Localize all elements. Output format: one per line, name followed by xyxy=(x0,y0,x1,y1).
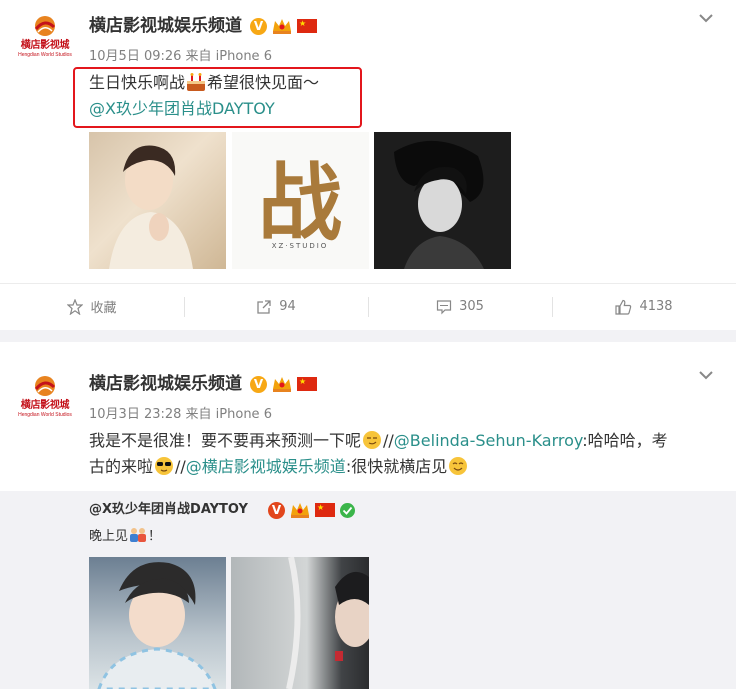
post-meta: 10月3日 23:28 来自 iPhone 6 xyxy=(89,407,272,422)
sunglasses-emoji-icon xyxy=(155,457,174,475)
checkmark-badge-icon xyxy=(340,502,355,518)
favorite-label: 收藏 xyxy=(90,301,117,316)
repost-author: @X玖少年团肖战DAYTOY xyxy=(89,500,248,520)
repost-image-2[interactable] xyxy=(231,557,369,689)
like-count: 4138 xyxy=(639,299,673,314)
logo-text: 横店影视城 xyxy=(20,400,70,411)
logo-subtext: Hengdian World Studios xyxy=(18,52,72,58)
post-image-2[interactable]: 战 XZ·STUDIO xyxy=(232,132,369,269)
post-text-part: 古的来啦 xyxy=(89,457,154,476)
studio-logo-icon xyxy=(32,374,58,398)
mention-link[interactable]: @横店影视城娱乐频道 xyxy=(186,457,346,476)
crown-icon[interactable] xyxy=(289,501,311,519)
verified-icon: V xyxy=(250,375,267,393)
badges: V xyxy=(250,375,317,393)
author-name[interactable]: 横店影视城娱乐频道 xyxy=(89,15,242,37)
repost-count: 94 xyxy=(279,299,296,314)
studio-logo-icon xyxy=(32,14,58,38)
chevron-down-icon[interactable] xyxy=(698,10,714,26)
avatar[interactable]: 横店影视城 Hengdian World Studios xyxy=(14,14,76,58)
badges: V xyxy=(250,17,317,35)
crown-icon[interactable] xyxy=(271,17,293,35)
repost-button[interactable]: 94 xyxy=(184,284,368,329)
logo-subtext: Hengdian World Studios xyxy=(18,412,72,418)
star-icon xyxy=(67,298,84,315)
post-text: 我是不是很准！要不要再来预测一下呢//@Belinda-Sehun-Karroy… xyxy=(89,428,729,480)
studio-caption: XZ·STUDIO xyxy=(272,242,329,250)
post-image-3[interactable] xyxy=(374,132,511,269)
share-icon xyxy=(257,299,271,314)
repost-author-link[interactable]: @X玖少年团肖战DAYTOY xyxy=(89,502,248,517)
smirk-emoji-icon xyxy=(363,431,382,449)
repost-image-1[interactable] xyxy=(89,557,226,689)
china-flag-icon xyxy=(315,503,335,517)
smile-emoji-icon xyxy=(449,457,468,475)
action-bar: 收藏 94 305 4138 xyxy=(0,283,736,329)
chevron-down-icon[interactable] xyxy=(698,367,714,383)
verified-icon: V xyxy=(268,501,285,519)
repost-text-part: 晚上见 xyxy=(89,529,129,544)
comment-icon xyxy=(436,299,452,314)
logo-text: 横店影视城 xyxy=(20,40,70,51)
post-text-part: 我是不是很准！要不要再来预测一下呢 xyxy=(89,431,362,450)
people-emoji-icon xyxy=(130,528,147,542)
post-image-1[interactable] xyxy=(89,132,226,269)
author-name[interactable]: 横店影视城娱乐频道 xyxy=(89,373,242,395)
post-text-part: :很快就横店见 xyxy=(345,457,448,476)
comment-count: 305 xyxy=(459,299,484,314)
comment-button[interactable]: 305 xyxy=(368,284,552,329)
repost-text-part: ！ xyxy=(148,529,162,544)
favorite-button[interactable]: 收藏 xyxy=(0,284,184,329)
post-card-1: 横店影视城 Hengdian World Studios 横店影视城娱乐频道 V… xyxy=(0,0,736,330)
post-text-part: // xyxy=(383,431,394,450)
post-meta: 10月5日 09:26 来自 iPhone 6 xyxy=(89,49,272,64)
china-flag-icon xyxy=(297,377,317,391)
repost-text: 晚上见 ！ xyxy=(89,526,161,547)
crown-icon[interactable] xyxy=(271,375,293,393)
studio-glyph: 战 xyxy=(258,154,342,252)
post-text-part: // xyxy=(175,457,186,476)
like-icon xyxy=(615,299,632,315)
mention-link[interactable]: @Belinda-Sehun-Karroy xyxy=(394,431,582,450)
verified-icon: V xyxy=(250,17,267,35)
like-button[interactable]: 4138 xyxy=(552,284,736,329)
highlight-box xyxy=(73,67,362,128)
post-text-part: :哈哈哈，考 xyxy=(582,431,668,450)
repost-badges: V xyxy=(268,501,356,519)
china-flag-icon xyxy=(297,19,317,33)
avatar[interactable]: 横店影视城 Hengdian World Studios xyxy=(14,374,76,418)
